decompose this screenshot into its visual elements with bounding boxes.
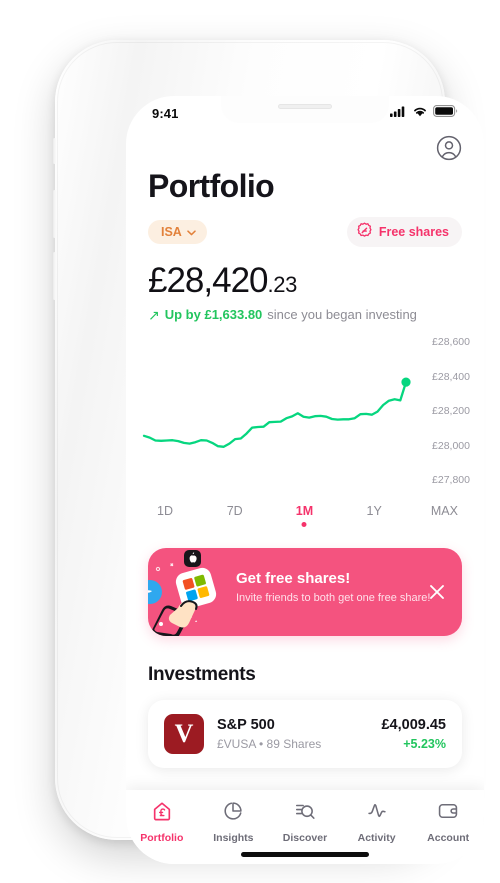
range-option-1y[interactable]: 1Y bbox=[361, 504, 387, 528]
nav-label-activity: Activity bbox=[357, 832, 396, 844]
status-bar: 9:41 bbox=[126, 96, 484, 130]
close-icon[interactable] bbox=[426, 581, 448, 603]
twitter-bird-icon bbox=[148, 580, 162, 604]
nav-item-discover[interactable]: Discover bbox=[274, 800, 336, 844]
nav-item-insights[interactable]: Insights bbox=[202, 800, 264, 844]
free-shares-badge-icon bbox=[356, 222, 373, 242]
home-indicator bbox=[241, 852, 369, 857]
silent-switch[interactable] bbox=[53, 138, 56, 164]
nav-item-activity[interactable]: Activity bbox=[346, 800, 408, 844]
balance-change-suffix: since you began investing bbox=[267, 307, 417, 322]
balance-cents: .23 bbox=[267, 272, 298, 297]
promo-title: Get free shares! bbox=[236, 570, 351, 587]
y-tick-label: £28,200 bbox=[432, 405, 470, 417]
time-range-selector: 1D 7D 1M 1Y MAX bbox=[152, 504, 458, 528]
chart-line-svg bbox=[142, 377, 411, 448]
chart-y-axis-labels: £28,600 £28,400 £28,200 £28,000 £27,800 bbox=[408, 332, 470, 492]
pill-row: ISA Free shares bbox=[148, 217, 462, 247]
app-content: Portfolio ISA Free shares £28,420 .23 ↗ … bbox=[126, 130, 484, 864]
wifi-icon bbox=[412, 104, 428, 122]
nav-item-account[interactable]: Account bbox=[417, 800, 479, 844]
balance-change-row: ↗ Up by £1,633.80 since you began invest… bbox=[148, 307, 484, 322]
free-shares-promo-banner[interactable]: Get free shares! Invite friends to both … bbox=[148, 548, 462, 636]
phone-screen: 9:41 Portfolio ISA Free shares £28,420 .… bbox=[126, 96, 484, 864]
pointing-hand-icon bbox=[151, 600, 198, 636]
pulse-wave-icon bbox=[366, 800, 388, 827]
investment-values: £4,009.45 +5.23% bbox=[381, 717, 446, 751]
volume-down-button[interactable] bbox=[53, 252, 56, 300]
nav-item-portfolio[interactable]: Portfolio bbox=[131, 800, 193, 844]
account-type-selector[interactable]: ISA bbox=[148, 220, 207, 244]
balance-main: £28,420 bbox=[148, 261, 269, 300]
nav-label-account: Account bbox=[427, 832, 470, 844]
vanguard-logo-icon: V bbox=[164, 714, 204, 754]
investment-info: S&P 500 £VUSA • 89 Shares bbox=[217, 717, 368, 751]
investment-list-item[interactable]: V S&P 500 £VUSA • 89 Shares £4,009.45 +5… bbox=[148, 700, 462, 768]
range-option-max[interactable]: MAX bbox=[431, 504, 458, 528]
cellular-signal-icon bbox=[390, 104, 407, 122]
apple-logo-icon bbox=[184, 550, 201, 567]
status-icons bbox=[390, 104, 458, 122]
portfolio-chart[interactable]: £28,600 £28,400 £28,200 £28,000 £27,800 bbox=[126, 332, 484, 492]
volume-up-button[interactable] bbox=[53, 190, 56, 238]
investment-change: +5.23% bbox=[403, 737, 446, 751]
range-option-7d[interactable]: 7D bbox=[222, 504, 248, 528]
search-list-icon bbox=[294, 800, 316, 827]
promo-text: Get free shares! Invite friends to both … bbox=[236, 570, 430, 604]
wallet-card-icon bbox=[437, 800, 459, 827]
header-row bbox=[126, 130, 484, 166]
investment-subtitle: £VUSA • 89 Shares bbox=[217, 737, 322, 751]
y-tick-label: £27,800 bbox=[432, 474, 470, 486]
account-type-label: ISA bbox=[161, 225, 182, 239]
balance-amount: £28,420 .23 bbox=[148, 263, 484, 298]
hand-tapping-app-tile-icon bbox=[148, 550, 217, 636]
free-shares-button[interactable]: Free shares bbox=[346, 217, 462, 247]
range-option-1d[interactable]: 1D bbox=[152, 504, 178, 528]
range-option-1m[interactable]: 1M bbox=[291, 504, 317, 528]
phone-frame: 9:41 Portfolio ISA Free shares £28,420 .… bbox=[53, 40, 484, 864]
balance-block: £28,420 .23 ↗ Up by £1,633.80 since you … bbox=[148, 263, 484, 322]
pie-chart-icon bbox=[222, 800, 244, 827]
free-shares-label: Free shares bbox=[378, 225, 449, 239]
home-pound-icon bbox=[151, 800, 173, 827]
promo-subtitle: Invite friends to both get one free shar… bbox=[236, 592, 431, 604]
nav-label-portfolio: Portfolio bbox=[140, 832, 184, 844]
trend-up-arrow-icon: ↗ bbox=[148, 306, 160, 323]
y-tick-label: £28,400 bbox=[432, 370, 470, 383]
investment-name: S&P 500 bbox=[217, 717, 275, 733]
nav-label-discover: Discover bbox=[282, 832, 328, 844]
nav-label-insights: Insights bbox=[213, 832, 254, 844]
balance-change-value: Up by £1,633.80 bbox=[164, 307, 263, 322]
y-tick-label: £28,600 bbox=[432, 336, 470, 348]
y-tick-label: £28,000 bbox=[432, 439, 470, 452]
status-time: 9:41 bbox=[152, 105, 179, 121]
battery-icon bbox=[433, 104, 458, 122]
account-avatar-icon[interactable] bbox=[436, 135, 462, 166]
investments-section-title: Investments bbox=[148, 664, 256, 685]
page-title: Portfolio bbox=[148, 168, 275, 204]
investment-value: £4,009.45 bbox=[381, 717, 446, 733]
chevron-down-icon bbox=[187, 225, 196, 239]
